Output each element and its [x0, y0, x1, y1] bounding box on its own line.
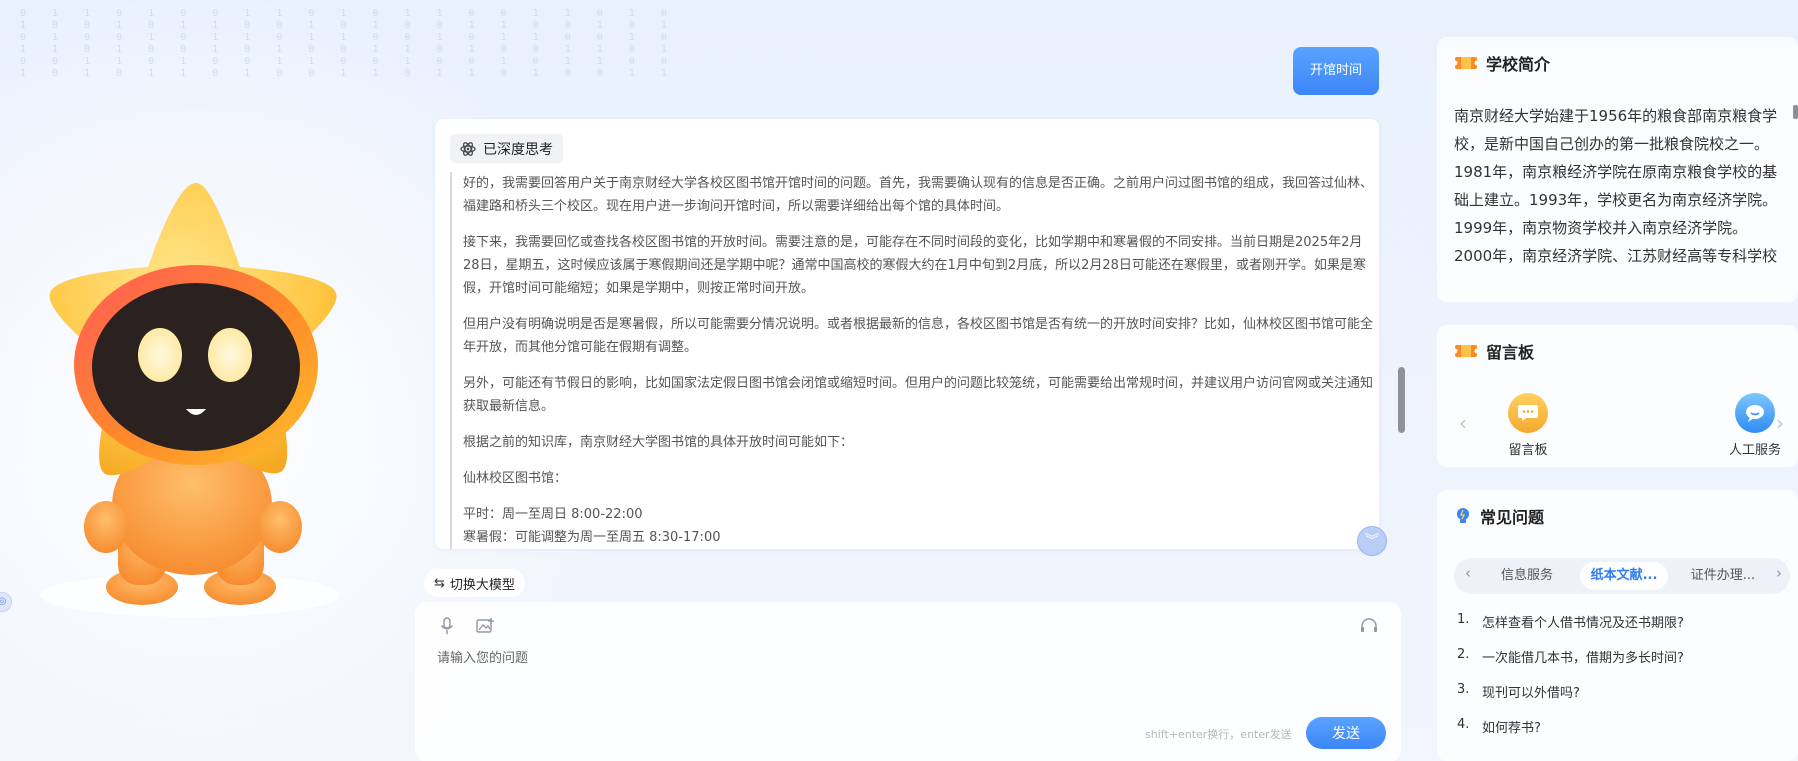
microphone-icon[interactable] — [437, 616, 457, 636]
thinking-line: 寒暑假：可能调整为周一至周五 8:30-17:00 — [463, 530, 721, 545]
mascot-star-robot — [0, 175, 360, 625]
user-message-bubble: 开馆时间 — [1293, 47, 1379, 95]
chat-bubble-icon — [1735, 393, 1775, 433]
faq-question-item[interactable]: 4. 如何荐书? — [1457, 717, 1684, 752]
deep-thinking-label: 已深度思考 — [483, 141, 553, 158]
thinking-content: 好的，我需要回答用户关于南京财经大学各校区图书馆开馆时间的问题。首先，我需要确认… — [450, 172, 1373, 549]
ticket-icon — [1455, 57, 1477, 69]
chevron-left-icon[interactable]: ‹ — [1459, 411, 1467, 435]
thinking-line: 平时：周一至周日 8:00-22:00 — [463, 507, 643, 522]
tab-print-literature[interactable]: 纸本文献... — [1580, 562, 1668, 590]
faq-question-number: 3. — [1457, 682, 1470, 697]
switch-model-button[interactable]: ⇆ 切换大模型 — [424, 569, 525, 597]
bulb-icon — [1457, 508, 1469, 523]
faq-panel: 常见问题 ‹ 信息服务 纸本文献... 证件办理... › 1. 怎样查看个人借书… — [1437, 490, 1798, 761]
tab-info-service[interactable]: 信息服务 — [1486, 562, 1568, 590]
faq-title: 常见问题 — [1480, 508, 1545, 527]
deep-thinking-toggle[interactable]: 已深度思考 — [450, 134, 563, 163]
chevron-left-icon[interactable]: ‹ — [1465, 564, 1471, 582]
faq-question-text: 怎样查看个人借书情况及还书期限? — [1482, 616, 1684, 631]
assistant-answer-card: 已深度思考 好的，我需要回答用户关于南京财经大学各校区图书馆开馆时间的问题。首先… — [435, 119, 1379, 549]
scroll-to-bottom-button[interactable]: ︾ — [1357, 526, 1387, 556]
faq-question-text: 现刊可以外借吗? — [1482, 686, 1580, 701]
input-hint: shift+enter换行，enter发送 — [1145, 728, 1292, 741]
school-intro-text: 南京财经大学始建于1956年的粮食部南京粮食学校，是新中国自己创办的第一批粮食院… — [1454, 107, 1778, 265]
background-pattern: 0 1 1 0 1 0 0 1 1 0 1 0 1 1 0 0 1 1 0 1 … — [20, 8, 667, 79]
message-board-item[interactable]: 留言板 — [1488, 393, 1568, 458]
swap-icon: ⇆ — [434, 575, 445, 591]
ticket-icon — [1455, 345, 1477, 357]
faq-question-item[interactable]: 3. 现刊可以外借吗? — [1457, 682, 1684, 717]
faq-question-number: 4. — [1457, 717, 1470, 732]
school-intro-title: 学校简介 — [1486, 55, 1551, 74]
question-input[interactable] — [435, 642, 1379, 674]
panel-header: 常见问题 — [1455, 504, 1544, 528]
panel-header: 学校简介 — [1455, 51, 1550, 75]
thinking-paragraph: 接下来，我需要回忆或查找各校区图书馆的开放时间。需要注意的是，可能存在不同时间段… — [463, 235, 1366, 296]
message-board-panel: 留言板 ‹ 留言板 人工服务 › — [1437, 325, 1798, 467]
intro-scrollbar[interactable] — [1793, 105, 1798, 119]
tab-certificate[interactable]: 证件办理... — [1678, 562, 1768, 590]
input-toolbar — [437, 616, 495, 636]
faq-question-item[interactable]: 1. 怎样查看个人借书情况及还书期限? — [1457, 612, 1684, 647]
double-chevron-down-icon: ︾ — [1365, 533, 1379, 549]
faq-question-list: 1. 怎样查看个人借书情况及还书期限? 2. 一次能借几本书，借期为多长时间? 3.… — [1457, 612, 1684, 752]
message-board-label: 留言板 — [1508, 443, 1548, 458]
human-service-label: 人工服务 — [1728, 443, 1781, 458]
school-intro-panel: 学校简介 南京财经大学始建于1956年的粮食部南京粮食学校，是新中国自己创办的第… — [1437, 37, 1798, 302]
headset-icon[interactable] — [1359, 616, 1379, 636]
message-bubble-icon — [1508, 393, 1548, 433]
send-button[interactable]: 发送 — [1306, 717, 1386, 749]
thinking-paragraph: 根据之前的知识库，南京财经大学图书馆的具体开放时间可能如下： — [463, 435, 854, 450]
thinking-paragraph: 仙林校区图书馆： — [463, 471, 568, 486]
faq-question-text: 如何荐书? — [1482, 721, 1541, 736]
faq-question-item[interactable]: 2. 一次能借几本书，借期为多长时间? — [1457, 647, 1684, 682]
chevron-right-icon[interactable]: › — [1776, 411, 1784, 435]
faq-question-number: 2. — [1457, 647, 1470, 662]
thinking-paragraph: 好的，我需要回答用户关于南京财经大学各校区图书馆开馆时间的问题。首先，我需要确认… — [463, 176, 1374, 214]
thinking-paragraph: 另外，可能还有节假日的影响，比如国家法定假日图书馆会闭馆或缩短时间。但用户的问题… — [463, 376, 1374, 414]
atom-icon — [460, 141, 476, 156]
faq-question-text: 一次能借几本书，借期为多长时间? — [1482, 651, 1684, 666]
switch-model-label: 切换大模型 — [449, 577, 515, 593]
chat-scrollbar[interactable] — [1398, 367, 1405, 433]
thinking-paragraph: 但用户没有明确说明是否是寒暑假，所以可能需要分情况说明。或者根据最新的信息，各校… — [463, 317, 1374, 355]
faq-tabs: ‹ 信息服务 纸本文献... 证件办理... › — [1454, 558, 1790, 594]
panel-header: 留言板 — [1455, 339, 1534, 363]
faq-question-number: 1. — [1457, 612, 1470, 627]
message-board-title: 留言板 — [1486, 343, 1535, 362]
image-upload-icon[interactable] — [475, 616, 495, 636]
chevron-right-icon[interactable]: › — [1776, 564, 1782, 582]
question-input-box: shift+enter换行，enter发送 发送 — [415, 602, 1401, 761]
